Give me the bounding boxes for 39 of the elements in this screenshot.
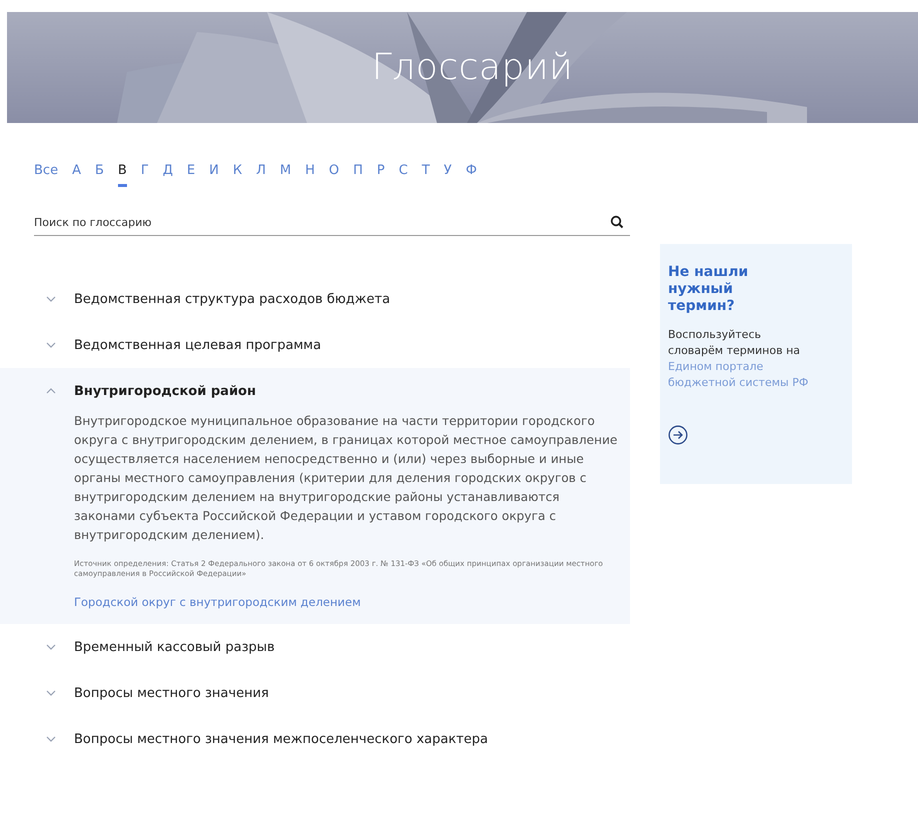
chevron-icon[interactable] — [46, 736, 56, 742]
term-title[interactable]: Ведомственная структура расходов бюджета — [74, 292, 390, 306]
letter-tab[interactable]: У — [444, 159, 452, 187]
letter-tab[interactable]: Б — [94, 159, 104, 187]
letter-tab[interactable]: В — [118, 159, 127, 187]
letter-tab[interactable]: П — [353, 159, 363, 187]
portal-link[interactable]: Едином портале бюджетной системы РФ — [668, 359, 818, 391]
term-title[interactable]: Вопросы местного значения — [74, 686, 269, 700]
letter-tab[interactable]: Р — [376, 159, 385, 187]
term-title[interactable]: Внутригородской район — [74, 384, 256, 398]
related-term-link[interactable]: Городской округ с внутригородским делением — [74, 595, 361, 609]
letter-tab[interactable]: Ф — [466, 159, 477, 187]
term-title[interactable]: Ведомственная целевая программа — [74, 338, 322, 352]
chevron-icon[interactable] — [46, 296, 56, 302]
chevron-icon[interactable] — [46, 388, 56, 394]
letter-tab[interactable]: Т — [422, 159, 430, 187]
term-definition: Внутригородское муниципальное образование на части территории городского округа с внутригородским делением, в границах которой местное самоуправление осуществляется населением непосредственно и (или) через выборные и иные органы местного самоуправления (критерии для деления городских округов с внутригородским делением на внутригородские районы устанавливаются законами субъекта Российской Федерации и уставом городского округа с внутригородским делением). — [74, 413, 618, 544]
card-text: Воспользуйтесь словарём терминов на Едином портале бюджетной системы РФ — [668, 327, 818, 391]
letter-tab[interactable]: Л — [256, 159, 266, 187]
chevron-icon[interactable] — [46, 644, 56, 650]
letter-tab[interactable]: Все — [34, 159, 58, 187]
letter-tab[interactable]: К — [232, 159, 242, 187]
card-title: Не нашли нужный термин? — [668, 264, 750, 315]
letter-tab[interactable]: Н — [305, 159, 315, 187]
letter-tab[interactable]: О — [328, 159, 340, 187]
chevron-icon[interactable] — [46, 342, 56, 348]
search-icon[interactable] — [610, 215, 624, 229]
arrow-button-icon[interactable] — [668, 425, 688, 445]
letter-tab[interactable]: А — [72, 159, 81, 187]
chevron-icon[interactable] — [46, 690, 56, 696]
letter-tab[interactable]: М — [280, 159, 292, 187]
term-title[interactable]: Временный кассовый разрыв — [74, 640, 275, 654]
letter-tab[interactable]: И — [209, 159, 219, 187]
letter-tab[interactable]: Д — [162, 159, 173, 187]
letter-tab[interactable]: С — [398, 159, 408, 187]
letter-tab[interactable]: Е — [186, 159, 196, 187]
term-title[interactable]: Вопросы местного значения межпоселенческого характера — [74, 732, 488, 746]
page-title: Глоссарий — [372, 47, 574, 88]
letter-tab[interactable]: Г — [140, 159, 149, 187]
